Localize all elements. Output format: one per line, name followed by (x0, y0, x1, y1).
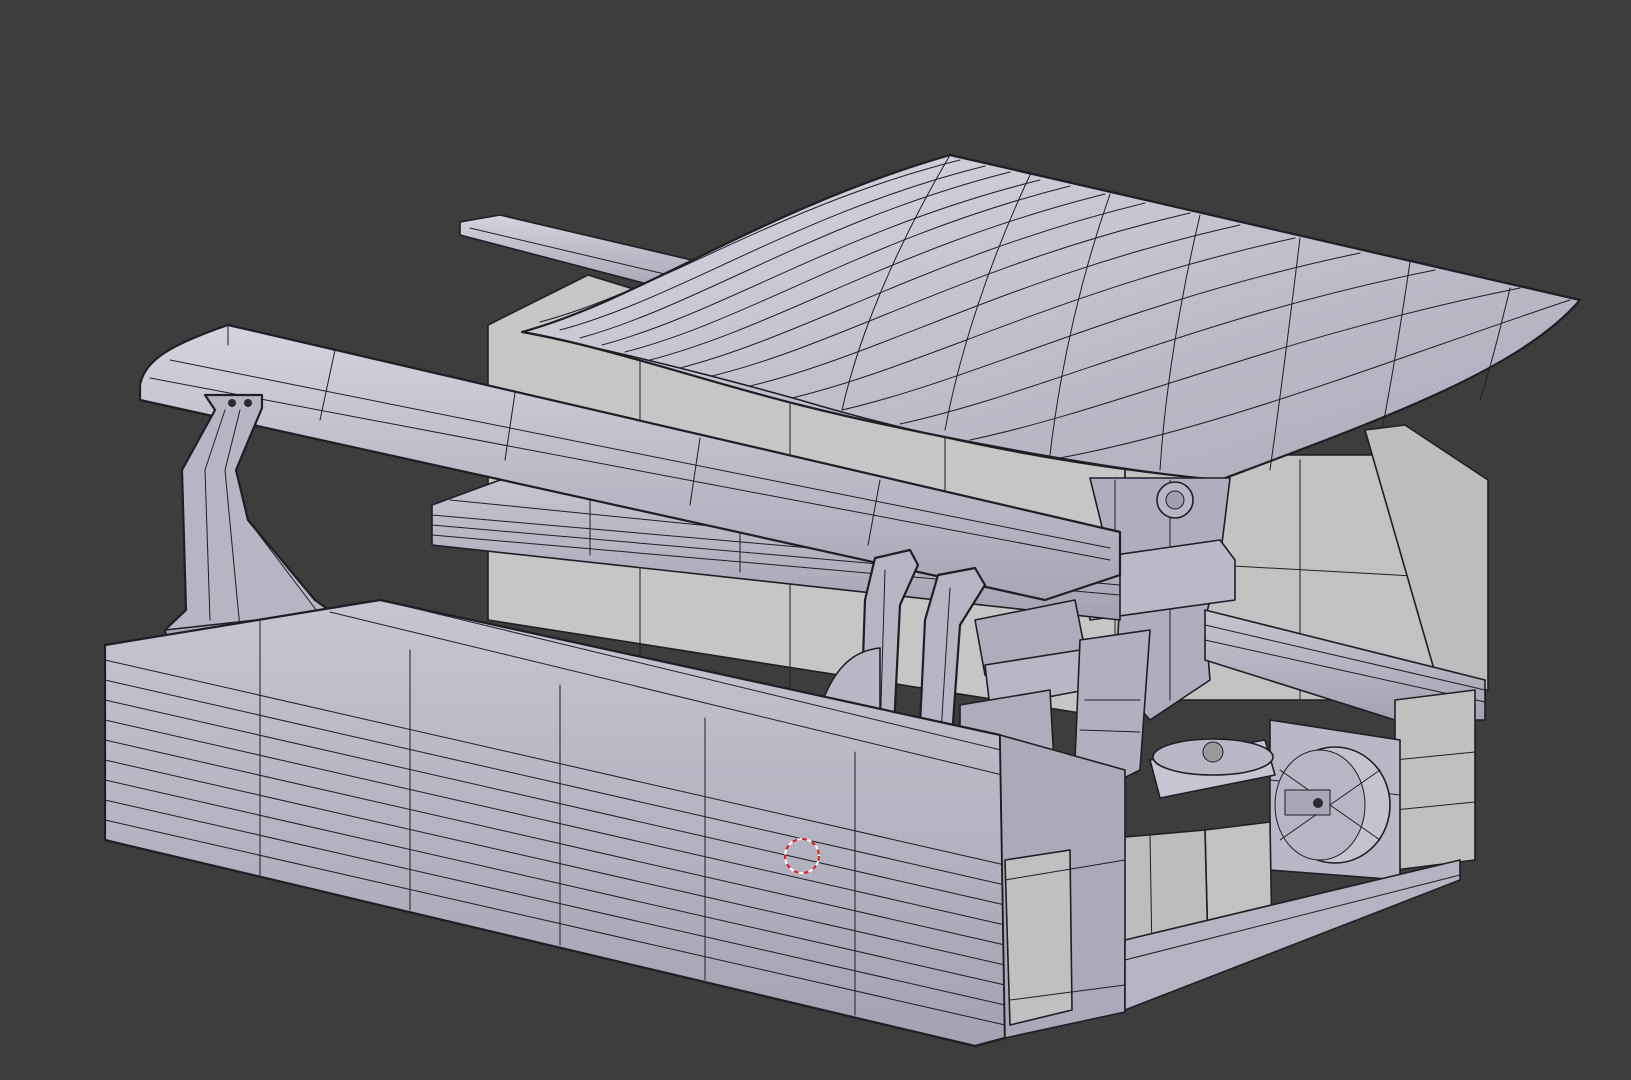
3d-viewport[interactable] (0, 0, 1631, 1080)
wheel-right (1274, 746, 1391, 864)
model-wireframe[interactable] (0, 0, 1631, 1080)
